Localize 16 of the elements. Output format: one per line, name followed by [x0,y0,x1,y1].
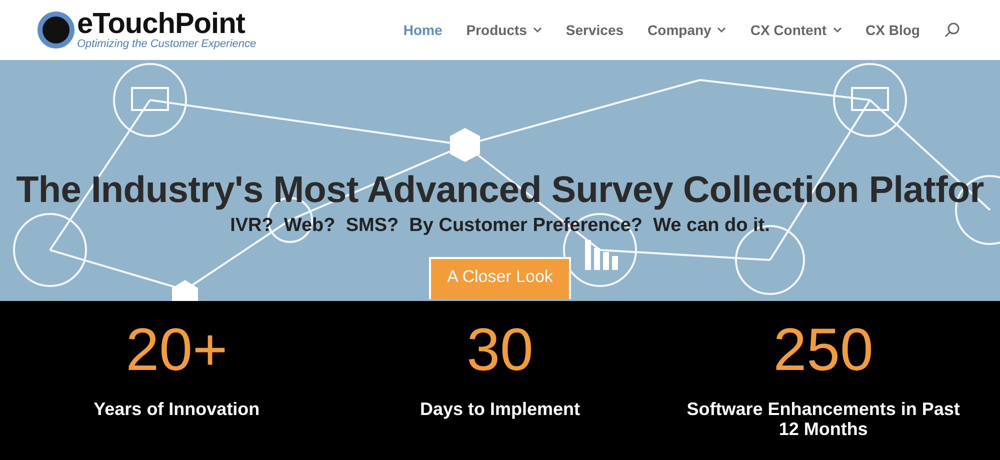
search-icon[interactable] [944,22,960,38]
stat-value: 250 [773,315,874,385]
stat-value: 20+ [126,315,228,385]
stat-label: Years of Innovation [94,399,260,419]
nav-link[interactable]: Company [648,22,726,38]
logo-icon [37,11,75,49]
stat-value: 30 [466,315,534,385]
nav-link[interactable]: CX Content [750,22,842,38]
stat-label: Days to Implement [420,399,580,419]
nav-link[interactable]: Products [466,22,542,38]
logo-tagline: Optimizing the Customer Experience [77,38,256,50]
nav-link[interactable]: Services [566,22,624,38]
nav-link[interactable]: Home [403,22,442,38]
nav-link[interactable]: CX Blog [866,22,920,38]
stat-label: Software Enhancements in Past 12 Months [686,399,961,439]
logo-name: eTouchPoint [77,10,245,38]
